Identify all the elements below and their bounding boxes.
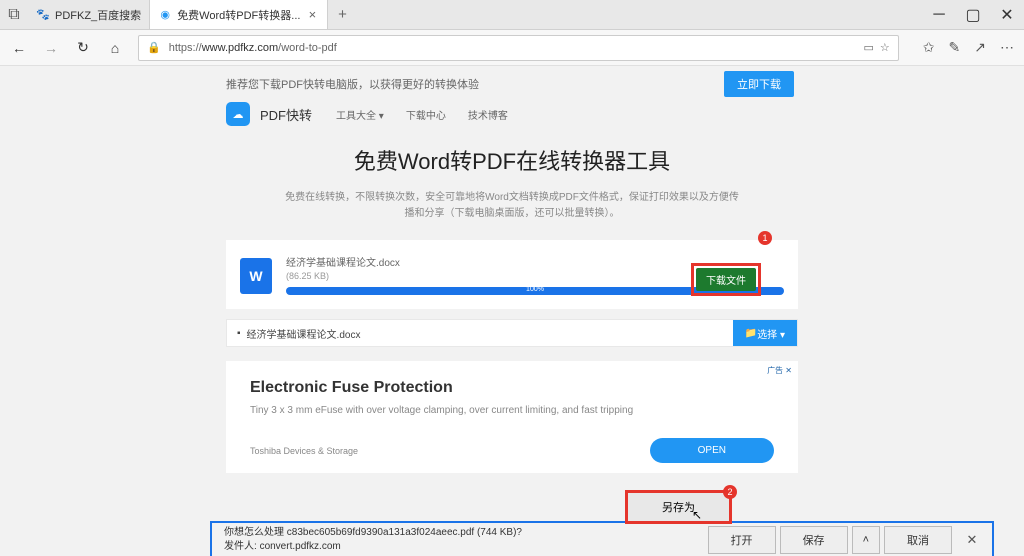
callout-badge-1: 1 <box>758 231 772 245</box>
tab-title: 免费Word转PDF转换器... <box>177 7 300 23</box>
window-close-button[interactable]: ✕ <box>990 0 1024 29</box>
dlbar-open-button[interactable]: 打开 <box>708 526 776 554</box>
address-bar: ← → ↻ ⌂ 🔒 https://www.pdfkz.com/word-to-… <box>0 30 1024 66</box>
url-input[interactable]: 🔒 https://www.pdfkz.com/word-to-pdf ▭ ☆ <box>138 35 899 61</box>
favicon-pdfkz: ◉ <box>158 8 172 22</box>
ad-title: Electronic Fuse Protection <box>250 379 774 397</box>
forward-button[interactable]: → <box>42 40 60 56</box>
file-list-item: 经济学基础课程论文.docx <box>247 326 361 341</box>
nav-tools[interactable]: 工具大全 ▾ <box>336 107 384 122</box>
promo-text: 推荐您下载PDF快转电脑版，以获得更好的转换体验 <box>226 76 479 92</box>
page-content: 推荐您下载PDF快转电脑版，以获得更好的转换体验 立即下载 ☁ PDF快转 工具… <box>0 66 1024 556</box>
callout-badge-2: 2 <box>723 485 737 499</box>
download-bar: 你想怎么处理 c83bec605b69fd9390a131a3f024aeec.… <box>210 521 994 556</box>
word-file-icon: W <box>240 258 272 294</box>
tab-baidu[interactable]: 🐾 PDFKZ_百度搜索 <box>28 0 150 29</box>
nav-blog[interactable]: 技术博客 <box>468 107 508 122</box>
cursor-icon: ↖ <box>692 508 702 522</box>
favorites-icon[interactable]: ✩ <box>923 39 935 56</box>
reader-icon[interactable]: ▭ <box>864 41 874 54</box>
download-file-button[interactable]: 下载文件 <box>696 268 756 291</box>
window-maximize-button[interactable]: ▢ <box>956 0 990 29</box>
select-file-button[interactable]: 📁 选择 ▾ <box>733 320 797 346</box>
page-subtitle: 免费在线转换，不限转换次数，安全可靠地将Word文档转换成PDF文件格式，保证打… <box>282 190 742 222</box>
site-logo-icon[interactable]: ☁ <box>226 102 250 126</box>
tab-title: PDFKZ_百度搜索 <box>55 7 141 23</box>
document-icon: ▪ <box>237 328 241 339</box>
ad-subtitle: Tiny 3 x 3 mm eFuse with over voltage cl… <box>250 405 774 416</box>
callout-1: 下载文件 <box>691 263 761 296</box>
tabs-overview-icon[interactable]: ⧉ <box>0 6 28 24</box>
window-titlebar: ⧉ 🐾 PDFKZ_百度搜索 ◉ 免费Word转PDF转换器... × + ─ … <box>0 0 1024 30</box>
save-as-label: 另存为 <box>662 502 695 514</box>
share-icon[interactable]: ↗ <box>974 39 986 56</box>
dlbar-save-chevron[interactable]: ˄ <box>852 526 880 554</box>
dlbar-save-button[interactable]: 保存 <box>780 526 848 554</box>
conversion-card: 1 W 经济学基础课程论文.docx (86.25 KB) 100% 下载文件 <box>226 240 798 309</box>
page-title: 免费Word转PDF在线转换器工具 <box>0 144 1024 176</box>
file-list-row: ▪ 经济学基础课程论文.docx 📁 选择 ▾ <box>226 319 798 347</box>
ad-open-button[interactable]: OPEN <box>650 438 774 463</box>
home-button[interactable]: ⌂ <box>106 40 124 56</box>
window-minimize-button[interactable]: ─ <box>922 0 956 29</box>
save-as-popup[interactable]: 2 另存为 <box>625 490 732 524</box>
ad-card: 广告 ✕ Electronic Fuse Protection Tiny 3 x… <box>226 361 798 473</box>
ad-label[interactable]: 广告 ✕ <box>767 365 792 376</box>
promo-download-button[interactable]: 立即下载 <box>724 71 794 97</box>
favicon-baidu: 🐾 <box>36 8 50 22</box>
dlbar-close-button[interactable]: ✕ <box>956 526 988 554</box>
site-brand[interactable]: PDF快转 <box>260 105 312 124</box>
dlbar-cancel-button[interactable]: 取消 <box>884 526 952 554</box>
refresh-button[interactable]: ↻ <box>74 39 92 56</box>
more-icon[interactable]: ⋯ <box>1000 39 1014 56</box>
new-tab-button[interactable]: + <box>328 0 356 29</box>
close-tab-icon[interactable]: × <box>305 8 319 22</box>
back-button[interactable]: ← <box>10 40 28 56</box>
nav-download[interactable]: 下载中心 <box>406 107 446 122</box>
progress-value: 100% <box>526 286 544 293</box>
ad-brand: Toshiba Devices & Storage <box>250 446 358 456</box>
tab-pdfkz[interactable]: ◉ 免费Word转PDF转换器... × <box>150 0 328 29</box>
favorite-icon[interactable]: ☆ <box>880 41 890 54</box>
notes-icon[interactable]: ✎ <box>949 39 961 56</box>
lock-icon: 🔒 <box>147 41 161 54</box>
